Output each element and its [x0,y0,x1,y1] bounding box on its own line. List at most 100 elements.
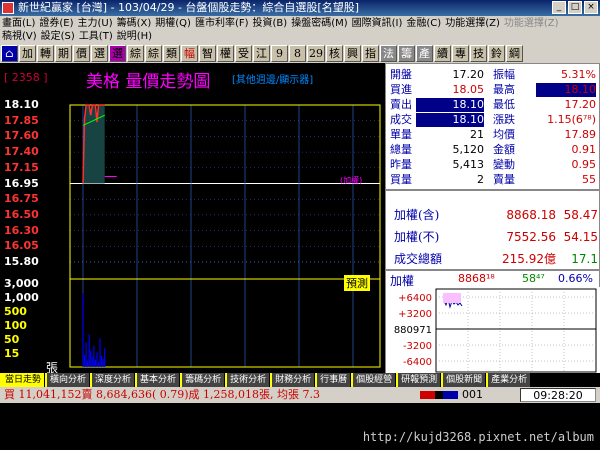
menu-item[interactable]: 功能選擇(Z) [445,17,500,30]
mini-tick: +3200 [398,309,432,320]
toolbar-button[interactable]: 興 [344,45,361,62]
menu-item[interactable]: 主力(U) [78,17,113,30]
menu-item[interactable]: 說明(H) [117,30,152,43]
window-title: 新世紀贏家 [台灣] - 103/04/29 - 台盤個股走勢：綜合自選股[名望… [18,1,359,14]
tab-10[interactable]: 個股新聞 [441,373,486,387]
toolbar-button[interactable]: 選 [109,45,126,62]
minimize-button[interactable]: _ [552,1,566,14]
quote-value: 17.20 [452,68,485,81]
quote-value: 5.31% [561,68,596,81]
quote-value: 18.10 [416,98,484,112]
quote-value: 0.95 [571,158,597,171]
tab-7[interactable]: 行事曆 [315,373,351,387]
menu-item[interactable]: 證券(E) [39,17,73,30]
price-tick: 16.95 [4,176,39,190]
toolbar-button[interactable]: 產 [416,45,433,62]
toolbar-button[interactable]: 價 [73,45,90,62]
menu-item[interactable]: 設定(S) [41,30,75,43]
price-tick: 16.30 [4,223,39,237]
index-row: 成交總額 215.92億 17.1 [386,249,600,269]
quote-label: 買進 [390,83,412,96]
toolbar-button[interactable]: 選 [91,45,108,62]
toolbar-button[interactable]: 期 [55,45,72,62]
volume-bar [85,342,87,367]
toolbar-button[interactable]: 綱 [506,45,523,62]
toolbar-button[interactable]: 江 [253,45,270,62]
menu-item[interactable]: 國際資訊(I) [352,17,403,30]
menu-item[interactable]: 畫面(L) [2,17,35,30]
tab-8[interactable]: 個股經營 [351,373,396,387]
home-icon[interactable]: ⌂ [1,45,18,62]
quote-row: 賣出 18.10 最低 17.20 [386,98,600,112]
tab-0[interactable]: 當日走勢 [0,373,45,387]
quote-value: 5,120 [452,143,485,156]
index-row: 加權(不) 7552.56 54.15 [386,227,600,247]
toolbar-button[interactable]: 專 [452,45,469,62]
predict-button[interactable]: 預測 [344,275,370,291]
price-tick: 16.75 [4,192,39,206]
quote-value: 55 [582,173,596,186]
volume-bar [97,362,100,367]
toolbar-button[interactable]: 29 [307,45,325,62]
toolbar-button[interactable]: 鈴 [488,45,505,62]
tab-6[interactable]: 財務分析 [270,373,315,387]
menu-item[interactable]: 投資(B) [253,17,288,30]
menu-item[interactable]: 匯市利率(F) [195,17,249,30]
close-button[interactable]: × [584,1,598,14]
tab-1[interactable]: 橫向分析 [45,373,90,387]
quote-label: 單量 [390,128,412,141]
menu-item[interactable]: 金融(C) [406,17,441,30]
industry-label[interactable]: [其他週邊/顯示器] [232,71,313,86]
analysis-tabs: 當日走勢 橫向分析 深度分析 基本分析 籌碼分析 技術分析 財務分析 行事曆 個股經營 研報預測個… [0,373,600,387]
toolbar-button[interactable]: 技 [470,45,487,62]
price-tick: 17.60 [4,129,39,143]
toolbar-button[interactable]: 綜 [127,45,144,62]
quote-value: 18.05 [452,83,485,96]
toolbar-button[interactable]: 8 [289,45,306,62]
menu-item[interactable]: 籌碼(X) [117,17,152,30]
volume-tick: 3,000 [4,277,39,290]
tab-3[interactable]: 基本分析 [135,373,180,387]
tab-2[interactable]: 深度分析 [90,373,135,387]
quote-value: 21 [470,128,484,141]
toolbar-button[interactable]: 權 [217,45,234,62]
price-tick: 16.05 [4,239,39,253]
menu-item[interactable]: 稿視(V) [2,30,37,43]
volume-bar [90,350,92,367]
toolbar-button[interactable]: 受 [235,45,252,62]
index-label: 加權(含) [394,208,440,222]
menu-item[interactable]: 期權(Q) [155,17,191,30]
menu-item[interactable]: 功能選擇(Z) [504,17,559,30]
mini-tick: -3200 [403,341,432,352]
toolbar-button[interactable]: 綜 [145,45,162,62]
toolbar-button[interactable]: 轉 [37,45,54,62]
menu-item[interactable]: 操盤密碼(M) [291,17,347,30]
maximize-button[interactable]: □ [568,1,582,14]
menu-item[interactable]: 工具(T) [79,30,113,43]
toolbar-button[interactable]: 加 [19,45,36,62]
price-tick: 17.15 [4,160,39,174]
toolbar-button[interactable]: 法 [380,45,397,62]
toolbar-button[interactable]: 9 [271,45,288,62]
quote-value: 17.89 [564,128,597,141]
tab-5[interactable]: 技術分析 [225,373,270,387]
volume-tick: 50 [4,333,20,346]
price-tick: 15.80 [4,255,39,268]
toolbar-button[interactable]: 智 [199,45,216,62]
toolbar-button[interactable]: 籌 [398,45,415,62]
tab-11[interactable]: 產業分析 [486,373,531,387]
toolbar-button[interactable]: 指 [362,45,379,62]
index-mini-chart[interactable]: 加權 8868¹⁸ 58⁴⁷ 0.66% +6400 +3200 880971 -32… [385,270,600,374]
index-value: 8868.18 [506,208,556,222]
tab-4[interactable]: 籌碼分析 [180,373,225,387]
quote-row: 昨量 5,413 變動 0.95 [386,158,600,172]
tab-9[interactable]: 研報預測 [396,373,441,387]
quote-label: 總量 [390,143,412,156]
toolbar-button[interactable]: 續 [434,45,451,62]
quote-value: 18.10 [416,113,484,127]
volume-bar [96,352,98,367]
toolbar-button[interactable]: 幅 [181,45,198,62]
toolbar-button[interactable]: 類 [163,45,180,62]
index-label: 加權(不) [394,230,440,244]
toolbar-button[interactable]: 核 [326,45,343,62]
